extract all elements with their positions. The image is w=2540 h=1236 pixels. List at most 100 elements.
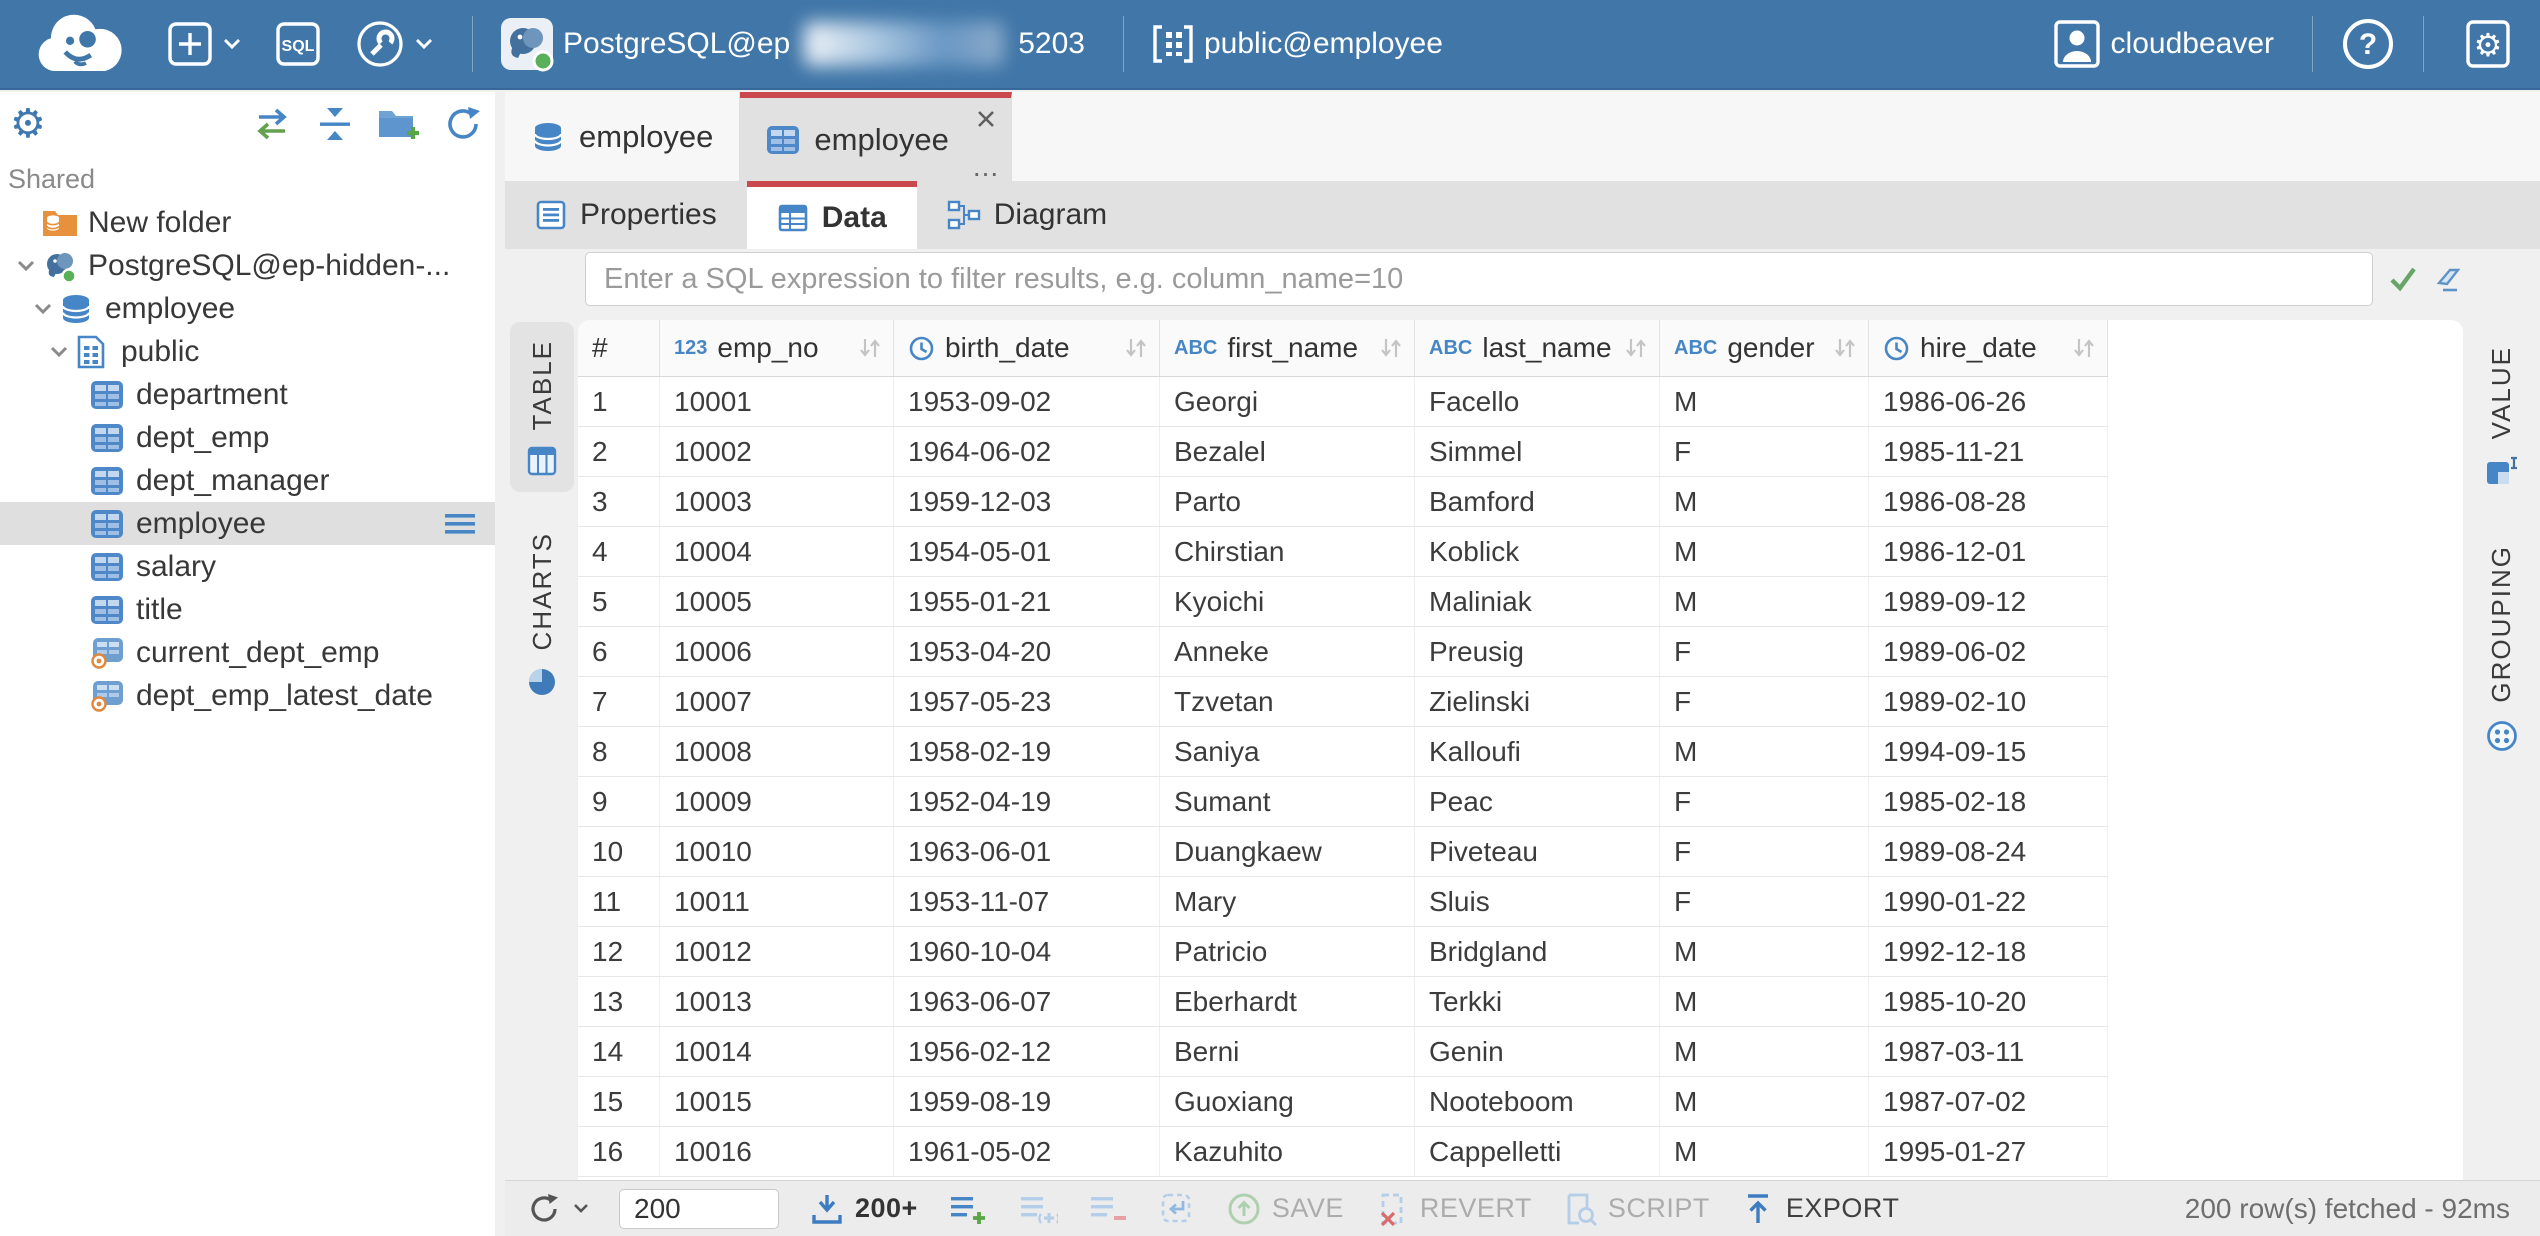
delete-row-button[interactable] <box>1088 1192 1128 1226</box>
sidebar-item-table-dept-manager[interactable]: dept_manager <box>0 459 495 502</box>
emp-no-cell[interactable]: 10009 <box>660 777 894 826</box>
row-number-cell[interactable]: 11 <box>578 877 660 926</box>
row-number-cell[interactable]: 14 <box>578 1027 660 1076</box>
first-name-cell[interactable]: Eberhardt <box>1160 977 1415 1026</box>
birth-date-cell[interactable]: 1953-04-20 <box>894 627 1160 676</box>
last-name-cell[interactable]: Koblick <box>1415 527 1660 576</box>
gender-cell[interactable]: M <box>1660 377 1869 426</box>
last-name-cell[interactable]: Preusig <box>1415 627 1660 676</box>
new-folder-icon[interactable] <box>377 105 421 143</box>
emp-no-cell[interactable]: 10008 <box>660 727 894 776</box>
row-number-cell[interactable]: 10 <box>578 827 660 876</box>
fetch-size-input[interactable] <box>619 1189 779 1229</box>
chevron-down-icon[interactable] <box>27 302 59 316</box>
gender-cell[interactable]: F <box>1660 677 1869 726</box>
first-name-cell[interactable]: Parto <box>1160 477 1415 526</box>
gender-cell[interactable]: M <box>1660 1027 1869 1076</box>
table-row[interactable]: 14 10014 1956-02-12 Berni Genin M 1987-0… <box>578 1027 2108 1077</box>
table-row[interactable]: 6 10006 1953-04-20 Anneke Preusig F 1989… <box>578 627 2108 677</box>
sidebar-item-schema-public[interactable]: public <box>0 330 495 373</box>
row-number-cell[interactable]: 2 <box>578 427 660 476</box>
last-name-cell[interactable]: Sluis <box>1415 877 1660 926</box>
presentation-tab-table[interactable]: TABLE <box>510 322 574 492</box>
emp-no-cell[interactable]: 10010 <box>660 827 894 876</box>
row-number-cell[interactable]: 16 <box>578 1127 660 1176</box>
last-name-cell[interactable]: Bamford <box>1415 477 1660 526</box>
presentation-tab-charts[interactable]: CHARTS <box>510 514 574 712</box>
row-number-cell[interactable]: 1 <box>578 377 660 426</box>
first-name-cell[interactable]: Mary <box>1160 877 1415 926</box>
sidebar-item-table-title[interactable]: title <box>0 588 495 631</box>
last-name-cell[interactable]: Bridgland <box>1415 927 1660 976</box>
hire-date-cell[interactable]: 1989-02-10 <box>1869 677 2108 726</box>
hire-date-cell[interactable]: 1989-09-12 <box>1869 577 2108 626</box>
table-row[interactable]: 4 10004 1954-05-01 Chirstian Koblick M 1… <box>578 527 2108 577</box>
add-row-button[interactable] <box>948 1192 988 1226</box>
row-number-cell[interactable]: 15 <box>578 1077 660 1126</box>
table-row[interactable]: 12 10012 1960-10-04 Patricio Bridgland M… <box>578 927 2108 977</box>
gender-cell[interactable]: M <box>1660 927 1869 976</box>
emp-no-cell[interactable]: 10012 <box>660 927 894 976</box>
first-name-cell[interactable]: Guoxiang <box>1160 1077 1415 1126</box>
script-button[interactable]: SCRIPT <box>1562 1191 1710 1227</box>
sidebar-item-table-department[interactable]: department <box>0 373 495 416</box>
emp-no-cell[interactable]: 10016 <box>660 1127 894 1176</box>
last-name-cell[interactable]: Terkki <box>1415 977 1660 1026</box>
birth-date-cell[interactable]: 1952-04-19 <box>894 777 1160 826</box>
emp-no-cell[interactable]: 10013 <box>660 977 894 1026</box>
last-name-cell[interactable]: Facello <box>1415 377 1660 426</box>
last-name-cell[interactable]: Zielinski <box>1415 677 1660 726</box>
hire-date-cell[interactable]: 1995-01-27 <box>1869 1127 2108 1176</box>
connection-selector[interactable]: PostgreSQL@ep 5203 <box>495 0 1101 89</box>
emp-no-cell[interactable]: 10015 <box>660 1077 894 1126</box>
row-number-cell[interactable]: 12 <box>578 927 660 976</box>
emp-no-cell[interactable]: 10004 <box>660 527 894 576</box>
birth-date-cell[interactable]: 1963-06-07 <box>894 977 1160 1026</box>
refresh-results-button[interactable] <box>525 1190 589 1228</box>
hire-date-cell[interactable]: 1985-10-20 <box>1869 977 2108 1026</box>
emp-no-cell[interactable]: 10006 <box>660 627 894 676</box>
birth-date-cell[interactable]: 1957-05-23 <box>894 677 1160 726</box>
export-button[interactable]: EXPORT <box>1740 1191 1900 1227</box>
emp-no-cell[interactable]: 10001 <box>660 377 894 426</box>
table-row[interactable]: 1 10001 1953-09-02 Georgi Facello M 1986… <box>578 377 2108 427</box>
table-row[interactable]: 13 10013 1963-06-07 Eberhardt Terkki M 1… <box>578 977 2108 1027</box>
close-tab-icon[interactable] <box>973 106 999 132</box>
row-actions-menu-icon[interactable] <box>443 510 477 538</box>
fetch-more-rows-button[interactable]: 200+ <box>809 1192 918 1226</box>
birth-date-cell[interactable]: 1964-06-02 <box>894 427 1160 476</box>
hire-date-cell[interactable]: 1987-03-11 <box>1869 1027 2108 1076</box>
birth-date-cell[interactable]: 1955-01-21 <box>894 577 1160 626</box>
birth-date-cell[interactable]: 1959-12-03 <box>894 477 1160 526</box>
table-row[interactable]: 3 10003 1959-12-03 Parto Bamford M 1986-… <box>578 477 2108 527</box>
gender-cell[interactable]: M <box>1660 1077 1869 1126</box>
gender-cell[interactable]: F <box>1660 627 1869 676</box>
table-row[interactable]: 2 10002 1964-06-02 Bezalel Simmel F 1985… <box>578 427 2108 477</box>
row-number-cell[interactable]: 8 <box>578 727 660 776</box>
gender-cell[interactable]: M <box>1660 977 1869 1026</box>
sync-connection-icon[interactable] <box>251 103 293 145</box>
first-name-cell[interactable]: Anneke <box>1160 627 1415 676</box>
sidebar-settings-gear-icon[interactable]: ⚙ <box>10 104 46 144</box>
emp-no-cell[interactable]: 10003 <box>660 477 894 526</box>
hire-date-cell[interactable]: 1990-01-22 <box>1869 877 2108 926</box>
birth-date-cell[interactable]: 1961-05-02 <box>894 1127 1160 1176</box>
last-name-cell[interactable]: Kalloufi <box>1415 727 1660 776</box>
column-header-birth-date[interactable]: birth_date <box>894 320 1160 376</box>
first-name-cell[interactable]: Patricio <box>1160 927 1415 976</box>
sidebar-item-table-salary[interactable]: salary <box>0 545 495 588</box>
cloudbeaver-logo[interactable] <box>0 9 150 79</box>
emp-no-cell[interactable]: 10011 <box>660 877 894 926</box>
gender-cell[interactable]: M <box>1660 527 1869 576</box>
emp-no-cell[interactable]: 10002 <box>660 427 894 476</box>
row-number-cell[interactable]: 4 <box>578 527 660 576</box>
hire-date-cell[interactable]: 1985-11-21 <box>1869 427 2108 476</box>
schema-selector[interactable]: public@employee <box>1146 0 1459 89</box>
row-number-cell[interactable]: 6 <box>578 627 660 676</box>
chevron-down-icon[interactable] <box>10 259 42 273</box>
table-row[interactable]: 7 10007 1957-05-23 Tzvetan Zielinski F 1… <box>578 677 2108 727</box>
table-row[interactable]: 11 10011 1953-11-07 Mary Sluis F 1990-01… <box>578 877 2108 927</box>
table-row[interactable]: 8 10008 1958-02-19 Saniya Kalloufi M 199… <box>578 727 2108 777</box>
chevron-down-icon[interactable] <box>43 345 75 359</box>
help-button[interactable]: ? <box>2335 0 2401 89</box>
